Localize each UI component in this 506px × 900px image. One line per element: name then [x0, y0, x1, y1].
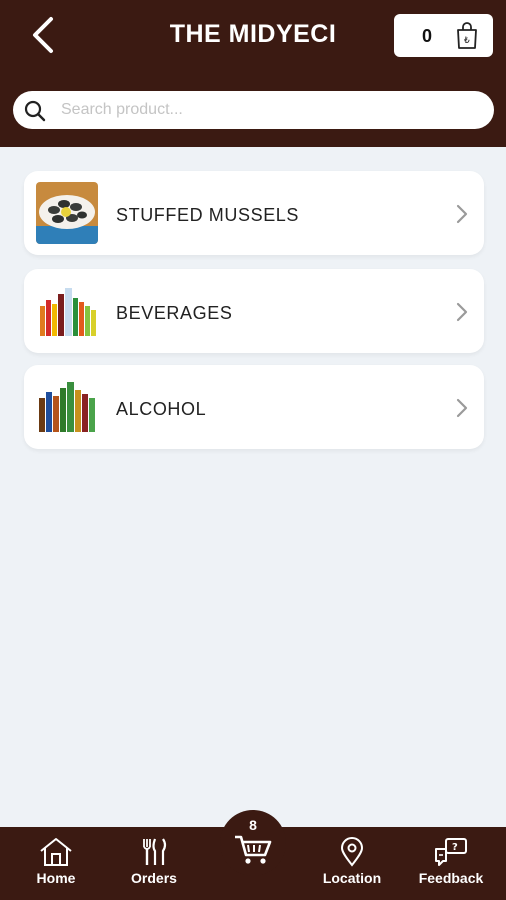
chevron-right-icon [456, 302, 468, 322]
beverages-thumbnail [36, 280, 98, 342]
category-item-stuffed-mussels[interactable]: STUFFED MUSSELS [24, 171, 484, 255]
search-bar [13, 91, 494, 129]
alcohol-thumbnail [36, 376, 98, 438]
search-input[interactable] [61, 91, 481, 129]
category-label: BEVERAGES [116, 303, 233, 323]
top-header: THE MIDYECI 0 ₺ [0, 0, 506, 147]
shopping-bag-icon: ₺ [457, 22, 477, 49]
nav-location[interactable]: Location [318, 837, 386, 886]
feedback-chat-icon: ? [435, 838, 467, 866]
nav-cart[interactable]: 8 [230, 817, 276, 870]
nav-location-label: Location [322, 870, 382, 886]
nav-orders-label: Orders [131, 870, 177, 886]
cart-badge: 8 [249, 817, 257, 833]
chevron-right-icon [456, 398, 468, 418]
category-label: STUFFED MUSSELS [116, 205, 300, 225]
nav-home-label: Home [36, 870, 76, 886]
category-item-alcohol[interactable]: ALCOHOL [24, 365, 484, 449]
cart-summary-button[interactable]: 0 ₺ [394, 14, 493, 57]
cutlery-icon [143, 838, 167, 865]
location-pin-icon [340, 837, 364, 867]
category-label: ALCOHOL [116, 399, 207, 419]
category-item-beverages[interactable]: BEVERAGES [24, 269, 484, 353]
svg-text:?: ? [452, 842, 458, 853]
nav-home[interactable]: Home [32, 837, 80, 886]
home-icon [40, 838, 72, 866]
mussels-thumbnail [36, 182, 98, 244]
category-list: STUFFED MUSSELS BEVERAGES ALCOHOL [24, 171, 484, 463]
search-icon[interactable] [23, 99, 47, 123]
chevron-right-icon [456, 204, 468, 224]
nav-feedback-label: Feedback [418, 870, 484, 886]
nav-feedback[interactable]: ? Feedback [414, 837, 488, 886]
back-button[interactable] [22, 12, 62, 58]
shopping-cart-icon [235, 835, 272, 864]
nav-orders[interactable]: Orders [128, 837, 180, 886]
cart-count: 0 [422, 26, 433, 46]
back-arrow-icon [33, 17, 53, 53]
svg-text:₺: ₺ [464, 36, 470, 46]
